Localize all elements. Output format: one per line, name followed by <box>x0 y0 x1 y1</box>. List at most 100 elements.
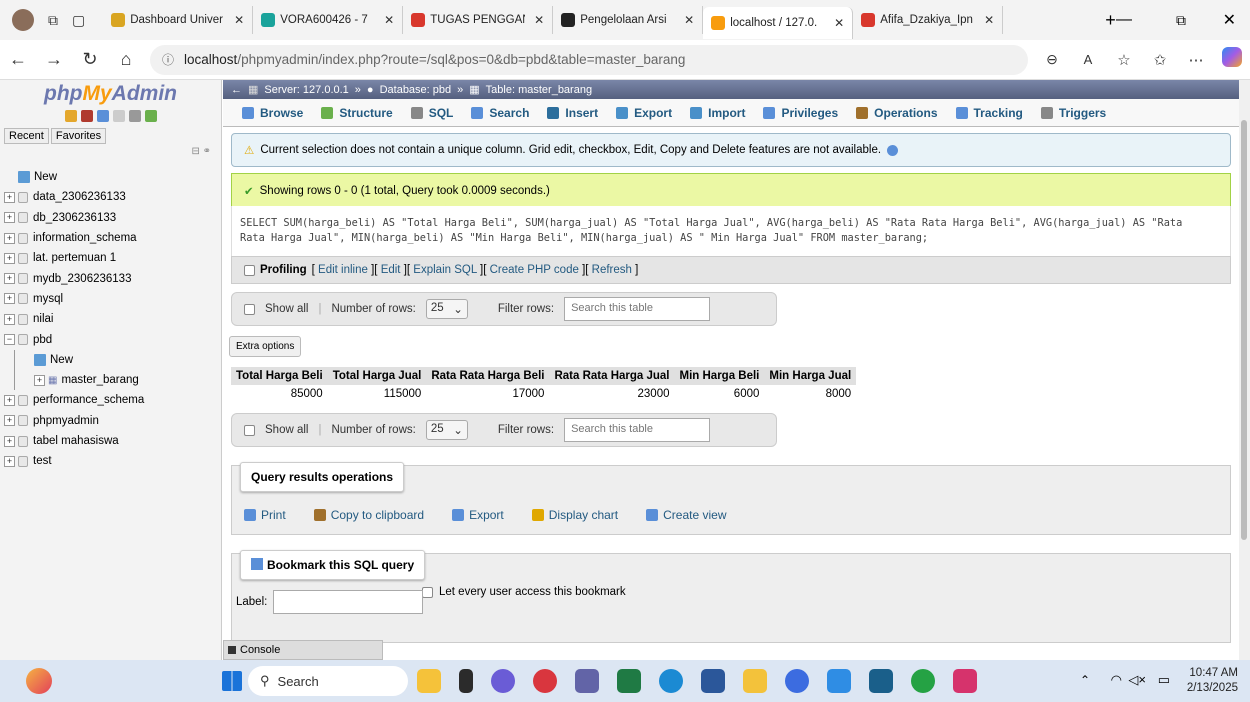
tree-item[interactable]: + performance_schema <box>0 390 221 410</box>
forward-button[interactable]: → <box>36 49 72 70</box>
tab-browse[interactable]: Browse <box>233 106 312 120</box>
minimize-button[interactable]: — <box>1116 11 1132 29</box>
console-bar[interactable]: Console <box>223 640 383 660</box>
zoom-icon[interactable]: ⊖ <box>1034 51 1070 68</box>
expand-icon[interactable]: + <box>4 415 15 427</box>
logout-icon[interactable] <box>80 110 93 122</box>
help-icon[interactable] <box>887 144 899 156</box>
share-bookmark-checkbox[interactable] <box>422 586 433 598</box>
reload-nav-icon[interactable] <box>144 110 157 122</box>
tab-actions-icon[interactable]: ⧉ <box>48 12 58 29</box>
tree-item[interactable]: + nilai <box>0 309 221 329</box>
copilot-icon[interactable] <box>1214 47 1250 72</box>
url-field[interactable]: ⓘ localhost/phpmyadmin/index.php?route=/… <box>150 44 1028 75</box>
filter-input[interactable]: Search this table <box>564 297 711 321</box>
tray-chevron-icon[interactable]: ⌃ <box>1080 673 1090 687</box>
expand-icon[interactable]: + <box>4 435 15 447</box>
more-menu-icon[interactable]: ⋯ <box>1178 51 1214 69</box>
tab-search[interactable]: Search <box>462 106 538 120</box>
tree-item[interactable]: + test <box>0 451 221 471</box>
expand-icon[interactable]: + <box>4 313 15 325</box>
tab-triggers[interactable]: Triggers <box>1032 106 1115 120</box>
tab-tracking[interactable]: Tracking <box>947 106 1032 120</box>
expand-icon[interactable]: + <box>4 191 15 203</box>
edge-icon[interactable] <box>659 669 683 693</box>
qro-link-copy-to-clipboard[interactable]: Copy to clipboard <box>313 508 424 522</box>
tree-item[interactable]: + lat. pertemuan 1 <box>0 248 221 268</box>
column-header[interactable]: Rata Rata Harga Jual <box>549 367 675 385</box>
tree-item[interactable]: + tabel mahasiswa <box>0 431 221 451</box>
reload-button[interactable]: ↻ <box>72 49 108 70</box>
close-tab-icon[interactable]: ✕ <box>534 13 544 27</box>
qro-link-export[interactable]: Export <box>452 508 504 522</box>
browser-tab[interactable]: VORA600426 - 7 ✕ <box>253 6 404 34</box>
taskbar-app-icon[interactable] <box>785 669 809 693</box>
read-aloud-icon[interactable]: A <box>1070 52 1106 67</box>
column-header[interactable]: Min Harga Jual <box>764 367 857 385</box>
tab-import[interactable]: Import <box>681 106 754 120</box>
word-icon[interactable] <box>701 669 725 693</box>
qro-link-print[interactable]: Print <box>244 508 286 522</box>
taskbar-app-icon[interactable] <box>417 669 441 693</box>
taskbar-app-icon[interactable] <box>827 669 851 693</box>
wifi-icon[interactable]: ◠ <box>1111 672 1122 688</box>
column-header[interactable]: Total Harga Jual <box>327 367 427 385</box>
expand-icon[interactable]: + <box>4 273 15 285</box>
tree-item[interactable]: + phpmyadmin <box>0 411 221 431</box>
phpmyadmin-logo[interactable]: phpMyAdmin <box>0 82 221 106</box>
start-icon[interactable] <box>222 671 242 691</box>
show-all-checkbox[interactable] <box>244 424 255 436</box>
close-tab-icon[interactable]: ✕ <box>984 13 994 27</box>
new-tab-button[interactable]: + <box>1105 10 1116 31</box>
tree-item[interactable]: + data_2306236133 <box>0 187 221 207</box>
tab-privileges[interactable]: Privileges <box>754 106 847 120</box>
taskbar-app-icon[interactable] <box>575 669 599 693</box>
column-header[interactable]: Rata Rata Harga Beli <box>426 367 550 385</box>
filter-input[interactable]: Search this table <box>564 418 711 442</box>
column-header[interactable]: Total Harga Beli <box>231 367 328 385</box>
profiling-link[interactable]: Explain SQL <box>413 264 477 276</box>
close-tab-icon[interactable]: ✕ <box>234 13 244 27</box>
browser-tab[interactable]: localhost / 127.0. ✕ <box>703 7 854 39</box>
volume-icon[interactable]: ◁× <box>1128 672 1146 688</box>
tab-sql[interactable]: SQL <box>402 106 463 120</box>
profiling-link[interactable]: Refresh <box>592 264 632 276</box>
tab-structure[interactable]: Structure <box>312 106 401 120</box>
tree-item[interactable]: + mysql <box>0 289 221 309</box>
browser-tab[interactable]: TUGAS PENGGAN ✕ <box>403 6 554 34</box>
tree-item[interactable]: + mydb_2306236133 <box>0 268 221 288</box>
profiling-link[interactable]: Edit inline <box>318 264 368 276</box>
breadcrumb-server[interactable]: Server: 127.0.0.1 <box>264 84 348 96</box>
favorites-bar-icon[interactable]: ✩ <box>1142 51 1178 69</box>
qro-link-create-view[interactable]: Create view <box>646 508 726 522</box>
help-icon[interactable] <box>96 110 109 122</box>
browser-tab[interactable]: Dashboard Univer ✕ <box>103 6 254 34</box>
profile-avatar[interactable] <box>12 9 34 31</box>
column-header[interactable]: Min Harga Beli <box>674 367 765 385</box>
home-button[interactable]: ⌂ <box>108 49 144 70</box>
home-icon[interactable] <box>64 110 77 122</box>
profiling-checkbox[interactable] <box>244 264 255 276</box>
qro-link-display-chart[interactable]: Display chart <box>531 508 618 522</box>
taskbar-app-icon[interactable] <box>533 669 557 693</box>
expand-icon[interactable]: + <box>4 455 15 467</box>
expand-icon[interactable]: + <box>4 394 15 406</box>
collapse-link-icons[interactable]: ⊟ ⚭ <box>0 146 221 157</box>
expand-icon[interactable]: + <box>4 252 15 264</box>
favorites-tab[interactable]: Favorites <box>50 128 107 144</box>
rows-select[interactable]: 25 ⌄ <box>425 299 468 319</box>
expand-icon[interactable]: + <box>34 374 45 386</box>
profiling-link[interactable]: Edit <box>381 264 401 276</box>
restore-button[interactable]: ⧉ <box>1176 12 1186 29</box>
close-window-button[interactable]: ✕ <box>1223 10 1236 30</box>
back-button[interactable]: ← <box>0 49 36 70</box>
collapse-arrow-icon[interactable]: ← <box>231 84 242 96</box>
breadcrumb-table[interactable]: Table: master_barang <box>486 84 592 96</box>
settings-icon[interactable] <box>128 110 141 122</box>
breadcrumb-database[interactable]: Database: pbd <box>380 84 452 96</box>
rows-select[interactable]: 25 ⌄ <box>425 420 468 440</box>
widgets-icon[interactable] <box>26 668 52 694</box>
extra-options-button[interactable]: Extra options <box>229 336 302 357</box>
profiling-link[interactable]: Create PHP code <box>490 264 579 276</box>
docs-icon[interactable] <box>112 110 125 122</box>
